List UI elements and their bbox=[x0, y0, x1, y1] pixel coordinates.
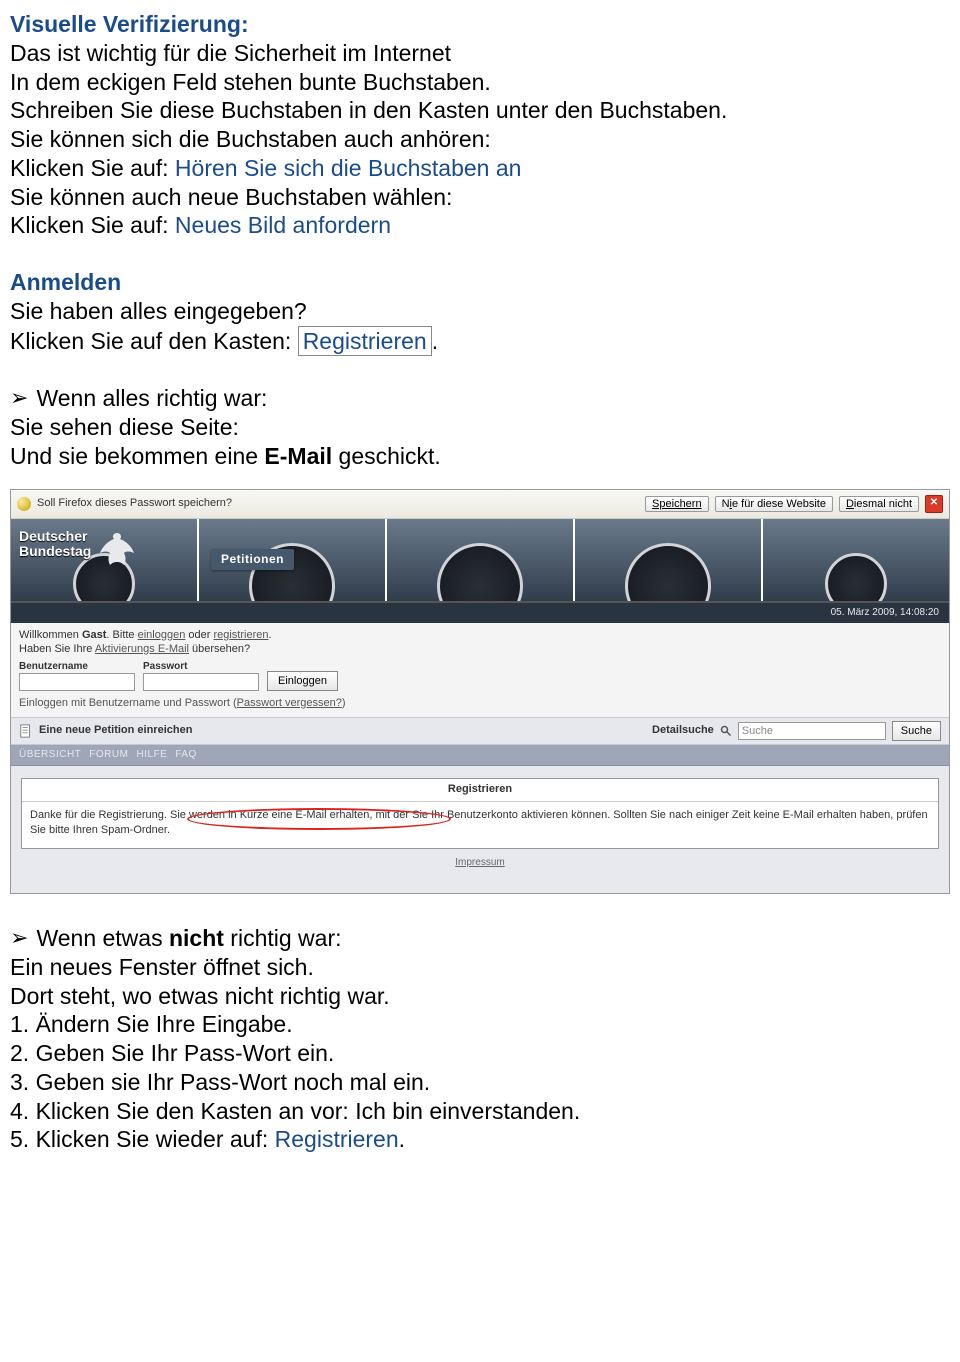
search-button[interactable]: Suche bbox=[892, 721, 941, 741]
text-line: Sie können sich die Buchstaben auch anhö… bbox=[10, 125, 950, 154]
login-button[interactable]: Einloggen bbox=[267, 671, 338, 691]
welcome-text: Willkommen bbox=[19, 629, 82, 641]
bundestag-logo: Deutscher Bundestag bbox=[19, 529, 137, 579]
forgot-password-link[interactable]: Passwort vergessen? bbox=[237, 697, 342, 709]
link-hoeren: Hören Sie sich die Buchstaben an bbox=[175, 155, 522, 181]
username-input[interactable] bbox=[19, 673, 135, 691]
text-line: 5. Klicken Sie wieder auf: Registrieren. bbox=[10, 1125, 950, 1154]
nav-faq[interactable]: FAQ bbox=[175, 749, 197, 762]
petitionen-tag: Petitionen bbox=[211, 549, 294, 570]
login-link[interactable]: einloggen bbox=[138, 629, 186, 641]
text-line: 3. Geben sie Ihr Pass-Wort noch mal ein. bbox=[10, 1068, 950, 1097]
heading-anmelden: Anmelden bbox=[10, 268, 950, 297]
bundestag-screenshot: Soll Firefox dieses Passwort speichern? … bbox=[10, 489, 950, 895]
text-fragment: Klicken Sie auf: bbox=[10, 212, 175, 238]
search-icon bbox=[720, 725, 732, 737]
login-area: Willkommen Gast. Bitte einloggen oder re… bbox=[11, 623, 949, 717]
impressum-link[interactable]: Impressum bbox=[455, 857, 504, 868]
nav-hilfe[interactable]: HILFE bbox=[136, 749, 167, 762]
search-input[interactable] bbox=[738, 722, 886, 740]
text-line: Dort steht, wo etwas nicht richtig war. bbox=[10, 982, 950, 1011]
register-link[interactable]: registrieren bbox=[213, 629, 268, 641]
text-line: Klicken Sie auf: Hören Sie sich die Buch… bbox=[10, 154, 950, 183]
eagle-icon bbox=[97, 529, 137, 579]
heading-visuelle: Visuelle Verifizierung: bbox=[10, 10, 950, 39]
msg-body: Danke für die Registrierung. Sie werden … bbox=[22, 802, 938, 848]
ff-notnow-button[interactable]: Diesmal nicht bbox=[839, 496, 919, 512]
guest-label: Gast bbox=[82, 629, 106, 641]
registration-message: Registrieren Danke für die Registrierung… bbox=[21, 778, 939, 848]
password-label: Passwort bbox=[143, 661, 259, 674]
firefox-password-bar: Soll Firefox dieses Passwort speichern? … bbox=[11, 490, 949, 519]
bullet-text: Wenn etwas nicht richtig war: bbox=[36, 924, 341, 953]
link-registrieren: Registrieren bbox=[275, 1126, 399, 1152]
text-line: Schreiben Sie diese Buchstaben in den Ka… bbox=[10, 96, 950, 125]
nav-forum[interactable]: FORUM bbox=[89, 749, 128, 762]
bullet-text: Wenn alles richtig war: bbox=[36, 384, 267, 413]
nav-tabs: ÜBERSICHT FORUM HILFE FAQ bbox=[11, 745, 949, 767]
detailsuche-label: Detailsuche bbox=[652, 724, 714, 738]
close-icon[interactable]: ✕ bbox=[925, 495, 943, 513]
text-line: 2. Geben Sie Ihr Pass-Wort ein. bbox=[10, 1039, 950, 1068]
ff-prompt-text: Soll Firefox dieses Passwort speichern? bbox=[37, 497, 232, 511]
text-line: Klicken Sie auf den Kasten: Registrieren… bbox=[10, 326, 950, 357]
password-input[interactable] bbox=[143, 673, 259, 691]
activation-mail-link[interactable]: Aktivierungs E-Mail bbox=[95, 643, 189, 655]
text-fragment: . bbox=[432, 328, 438, 354]
text-line: In dem eckigen Feld stehen bunte Buchsta… bbox=[10, 68, 950, 97]
msg-title: Registrieren bbox=[22, 779, 938, 802]
text-fragment: Klicken Sie auf: bbox=[10, 155, 175, 181]
ff-never-button[interactable]: Nie für diese Website bbox=[715, 496, 833, 512]
text-line: 1. Ändern Sie Ihre Eingabe. bbox=[10, 1010, 950, 1039]
bundestag-banner: Deutscher Bundestag Petitionen bbox=[11, 519, 949, 603]
text-line: Klicken Sie auf: Neues Bild anfordern bbox=[10, 211, 950, 240]
new-petition-link[interactable]: Eine neue Petition einreichen bbox=[39, 724, 192, 738]
link-neues-bild: Neues Bild anfordern bbox=[175, 212, 391, 238]
toolbar-strip: Eine neue Petition einreichen Detailsuch… bbox=[11, 717, 949, 745]
text-bold: E-Mail bbox=[264, 443, 332, 469]
boxed-registrieren: Registrieren bbox=[298, 326, 432, 357]
text-line: Ein neues Fenster öffnet sich. bbox=[10, 953, 950, 982]
text-line: Sie sehen diese Seite: bbox=[10, 413, 950, 442]
key-icon bbox=[17, 497, 31, 511]
date-bar: 05. März 2009, 14:08:20 bbox=[11, 603, 949, 624]
text-fragment: Und sie bekommen eine bbox=[10, 443, 264, 469]
ff-save-button[interactable]: Speichern bbox=[645, 496, 709, 512]
text-line: Und sie bekommen eine E-Mail geschickt. bbox=[10, 442, 950, 471]
document-icon bbox=[19, 724, 33, 738]
text-line: Sie können auch neue Buchstaben wählen: bbox=[10, 183, 950, 212]
nav-uebersicht[interactable]: ÜBERSICHT bbox=[19, 749, 81, 762]
text-line: Das ist wichtig für die Sicherheit im In… bbox=[10, 39, 950, 68]
text-fragment: geschickt. bbox=[332, 443, 441, 469]
bullet-arrow-icon: ➢ bbox=[10, 384, 28, 412]
text-line: 4. Klicken Sie den Kasten an vor: Ich bi… bbox=[10, 1097, 950, 1126]
text-line: Sie haben alles eingegeben? bbox=[10, 297, 950, 326]
bullet-arrow-icon: ➢ bbox=[10, 924, 28, 952]
text-fragment: Klicken Sie auf den Kasten: bbox=[10, 328, 298, 354]
username-label: Benutzername bbox=[19, 661, 135, 674]
